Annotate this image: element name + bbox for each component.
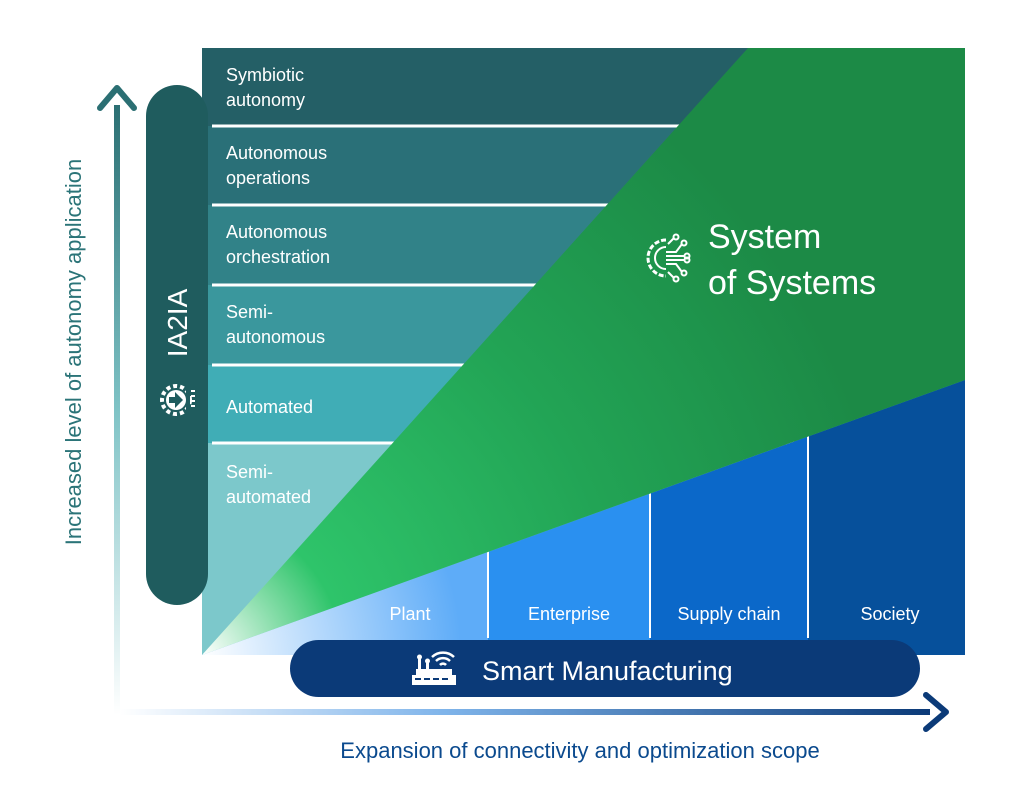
scope-label: Plant bbox=[389, 604, 430, 624]
level-label-line1: Autonomous bbox=[226, 143, 327, 163]
level-label-line2: autonomous bbox=[226, 327, 325, 347]
ia2ia-label: IA2IA bbox=[162, 288, 193, 357]
level-label-line1: Automated bbox=[226, 397, 313, 417]
x-axis-label: Expansion of connectivity and optimizati… bbox=[340, 738, 819, 763]
diagram: Symbiotic autonomy Autonomous operations Aut… bbox=[0, 0, 1024, 796]
level-label-line1: Symbiotic bbox=[226, 65, 304, 85]
level-label-line1: Autonomous bbox=[226, 222, 327, 242]
x-axis-arrow bbox=[120, 692, 949, 732]
sos-line2: of Systems bbox=[708, 264, 876, 302]
level-label-line1: Semi- bbox=[226, 302, 273, 322]
level-label-line2: autonomy bbox=[226, 90, 305, 110]
level-label-line2: orchestration bbox=[226, 247, 330, 267]
level-label-line1: Semi- bbox=[226, 462, 273, 482]
level-label-line2: operations bbox=[226, 168, 310, 188]
y-axis-arrow bbox=[97, 85, 137, 715]
smart-manufacturing-pill: Smart Manufacturing bbox=[290, 640, 920, 697]
level-label-line2: automated bbox=[226, 487, 311, 507]
scope-label: Society bbox=[860, 604, 919, 624]
ia2ia-pill: IA2IA bbox=[146, 85, 208, 605]
y-axis-label: Increased level of autonomy application bbox=[61, 159, 86, 545]
sos-line1: System bbox=[708, 218, 821, 256]
smart-manufacturing-label: Smart Manufacturing bbox=[482, 656, 733, 686]
scope-label: Supply chain bbox=[677, 604, 780, 624]
diagram-canvas: Symbiotic autonomy Autonomous operations Aut… bbox=[61, 48, 965, 763]
scope-label: Enterprise bbox=[528, 604, 610, 624]
